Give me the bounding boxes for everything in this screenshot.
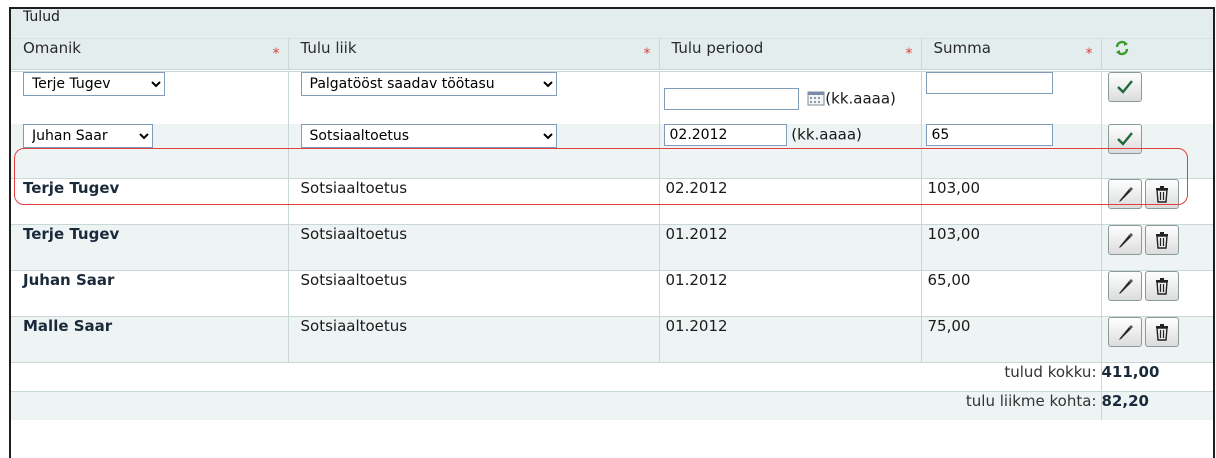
column-header-type[interactable]: Tulu liik * <box>288 38 660 72</box>
row-type: Sotsiaaltoetus <box>288 270 660 316</box>
edit-button[interactable] <box>1107 316 1142 347</box>
new-income-row: Terje Tugev Palgatööst saadav töötasu (k… <box>11 70 1213 124</box>
row-sum: 103,00 <box>921 178 1102 224</box>
column-header-period[interactable]: Tulu periood * <box>659 38 922 72</box>
header-row: Omanik * Tulu liik * Tulu periood * Summa * <box>11 38 1213 72</box>
calendar-icon[interactable] <box>807 90 825 106</box>
edit-income-row: Juhan Saar Sotsiaaltoetus (kk.aaaa) <box>11 124 1213 178</box>
row-actions <box>1101 316 1213 362</box>
table-row: Malle Saar Sotsiaaltoetus 01.2012 75,00 <box>11 316 1213 362</box>
owner-select[interactable]: Juhan Saar <box>23 124 153 148</box>
delete-button[interactable] <box>1144 316 1179 347</box>
edit-type-cell: Sotsiaaltoetus <box>288 124 660 178</box>
period-input[interactable] <box>663 87 799 110</box>
period-format-hint: (kk.aaaa) <box>825 89 896 107</box>
edit-period-cell: (kk.aaaa) <box>659 124 922 178</box>
column-header-sum-label: Summa <box>933 38 991 57</box>
pencil-icon <box>1118 324 1133 340</box>
sum-input[interactable] <box>925 124 1053 146</box>
row-actions <box>1101 270 1213 316</box>
column-header-type-label: Tulu liik <box>300 38 357 57</box>
confirm-button[interactable] <box>1107 71 1142 102</box>
row-owner: Malle Saar <box>11 316 289 362</box>
column-header-owner[interactable]: Omanik * <box>11 38 289 72</box>
table-row: Juhan Saar Sotsiaaltoetus 01.2012 65,00 <box>11 270 1213 316</box>
required-mark: * <box>1085 45 1093 62</box>
per-member-row: tulu liikme kohta: 82,20 <box>11 390 1213 420</box>
row-type: Sotsiaaltoetus <box>288 224 660 270</box>
pencil-icon <box>1118 278 1133 294</box>
table-row: Terje Tugev Sotsiaaltoetus 02.2012 103,0… <box>11 178 1213 224</box>
column-header-sum[interactable]: Summa * <box>921 38 1102 72</box>
table-row: Terje Tugev Sotsiaaltoetus 01.2012 103,0… <box>11 224 1213 270</box>
new-period-cell: (kk.aaaa) <box>659 70 922 124</box>
per-member-value: 82,20 <box>1101 390 1213 420</box>
owner-select[interactable]: Terje Tugev <box>23 71 165 96</box>
income-table: Tulud Omanik * Tulu liik * Tulu periood * S… <box>11 9 1213 420</box>
trash-icon <box>1155 185 1168 203</box>
row-period: 01.2012 <box>659 316 922 362</box>
row-period: 02.2012 <box>659 178 922 224</box>
income-type-select[interactable]: Palgatööst saadav töötasu <box>300 71 557 96</box>
row-type: Sotsiaaltoetus <box>288 316 660 362</box>
column-header-period-label: Tulu periood <box>671 38 764 57</box>
row-sum: 65,00 <box>921 270 1102 316</box>
pencil-icon <box>1118 186 1133 202</box>
edit-actions-cell <box>1101 124 1213 178</box>
sum-input[interactable] <box>925 71 1053 94</box>
checkmark-icon <box>1116 132 1133 146</box>
new-owner-cell: Terje Tugev <box>11 70 289 124</box>
total-label-text: tulud kokku: <box>1004 362 1097 381</box>
row-actions <box>1101 178 1213 224</box>
new-actions-cell <box>1101 70 1213 124</box>
period-input[interactable] <box>663 124 787 146</box>
row-period: 01.2012 <box>659 224 922 270</box>
table-caption-row: Tulud <box>11 9 1213 39</box>
delete-button[interactable] <box>1144 178 1179 209</box>
row-type: Sotsiaaltoetus <box>288 178 660 224</box>
total-value: 411,00 <box>1101 361 1213 391</box>
required-mark: * <box>905 45 913 62</box>
income-type-select[interactable]: Sotsiaaltoetus <box>300 124 557 148</box>
new-sum-cell <box>921 70 1102 124</box>
new-type-cell: Palgatööst saadav töötasu <box>288 70 660 124</box>
confirm-button[interactable] <box>1107 124 1142 154</box>
row-owner: Terje Tugev <box>11 178 289 224</box>
row-sum: 75,00 <box>921 316 1102 362</box>
row-owner: Terje Tugev <box>11 224 289 270</box>
required-mark: * <box>643 45 651 62</box>
required-mark: * <box>272 45 280 62</box>
total-row: tulud kokku: 411,00 <box>11 361 1213 391</box>
row-actions <box>1101 224 1213 270</box>
refresh-icon[interactable] <box>1114 40 1130 56</box>
row-sum: 103,00 <box>921 224 1102 270</box>
total-label: tulud kokku: <box>11 361 1102 391</box>
edit-button[interactable] <box>1107 270 1142 301</box>
edit-button[interactable] <box>1107 224 1142 255</box>
checkmark-icon <box>1116 79 1133 94</box>
trash-icon <box>1155 231 1168 249</box>
pencil-icon <box>1118 232 1133 248</box>
trash-icon <box>1155 277 1168 295</box>
table-caption: Tulud <box>11 9 1213 39</box>
income-panel: Tulud Omanik * Tulu liik * Tulu periood * S… <box>9 7 1215 458</box>
edit-owner-cell: Juhan Saar <box>11 124 289 178</box>
per-member-label-text: tulu liikme kohta: <box>965 391 1097 410</box>
row-owner: Juhan Saar <box>11 270 289 316</box>
per-member-label: tulu liikme kohta: <box>11 390 1102 420</box>
trash-icon <box>1155 323 1168 341</box>
row-period: 01.2012 <box>659 270 922 316</box>
period-format-hint: (kk.aaaa) <box>791 125 862 144</box>
edit-sum-cell <box>921 124 1102 178</box>
column-header-owner-label: Omanik <box>23 38 81 57</box>
edit-button[interactable] <box>1107 178 1142 209</box>
delete-button[interactable] <box>1144 224 1179 255</box>
refresh-cell <box>1101 38 1213 72</box>
delete-button[interactable] <box>1144 270 1179 301</box>
